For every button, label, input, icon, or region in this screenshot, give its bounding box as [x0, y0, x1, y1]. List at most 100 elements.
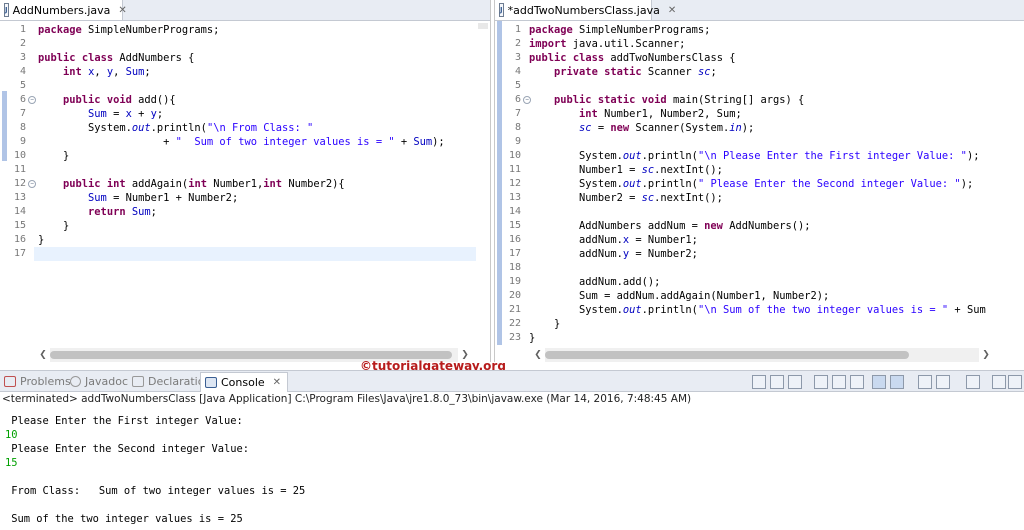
- line-number: 1: [514, 24, 521, 35]
- scrollbar-thumb[interactable]: [50, 351, 452, 359]
- line-number: 16: [508, 234, 521, 245]
- line-number: 13: [13, 192, 26, 203]
- launch-status: <terminated> addTwoNumbersClass [Java Ap…: [2, 393, 692, 405]
- code-line[interactable]: }: [529, 331, 535, 345]
- word-wrap-icon[interactable]: [850, 375, 864, 389]
- line-number: 8: [514, 122, 521, 133]
- code-line[interactable]: Sum = x + y;: [38, 107, 163, 121]
- code-line[interactable]: System.out.println(" Please Enter the Se…: [529, 177, 973, 191]
- minimize-icon[interactable]: [992, 375, 1006, 389]
- pin-console-icon[interactable]: [918, 375, 932, 389]
- line-number: 19: [508, 276, 521, 287]
- line-number: 15: [508, 220, 521, 231]
- code-line[interactable]: + " Sum of two integer values is = " + S…: [38, 135, 445, 149]
- show-on-stderr-icon[interactable]: [890, 375, 904, 389]
- code-line[interactable]: }: [38, 149, 69, 163]
- remove-launch-icon[interactable]: [770, 375, 784, 389]
- code-line[interactable]: public int addAgain(int Number1,int Numb…: [38, 177, 345, 191]
- line-number: 21: [508, 304, 521, 315]
- horizontal-scrollbar[interactable]: [545, 348, 979, 362]
- vertical-scrollbar[interactable]: [476, 21, 490, 334]
- code-line[interactable]: addNum.y = Number2;: [529, 247, 698, 261]
- code-line[interactable]: System.out.println("\n Sum of the two in…: [529, 303, 986, 317]
- code-line[interactable]: sc = new Scanner(System.in);: [529, 121, 754, 135]
- code-editor-left[interactable]: 1 package SimpleNumberPrograms; 2 3 public…: [0, 21, 490, 348]
- code-line[interactable]: public class addTwoNumbersClass {: [529, 51, 735, 65]
- java-file-icon: J: [499, 3, 504, 17]
- code-line[interactable]: addNum.x = Number1;: [529, 233, 698, 247]
- open-console-icon[interactable]: [966, 375, 980, 389]
- code-line[interactable]: }: [529, 317, 560, 331]
- scroll-left-icon[interactable]: ❮: [531, 348, 545, 362]
- code-line[interactable]: package SimpleNumberPrograms;: [38, 23, 219, 37]
- code-line[interactable]: public void add(){: [38, 93, 176, 107]
- code-line[interactable]: int x, y, Sum;: [38, 65, 151, 79]
- line-number: 11: [13, 164, 26, 175]
- line-number: 13: [508, 192, 521, 203]
- code-line[interactable]: Sum = Number1 + Number2;: [38, 191, 238, 205]
- code-line[interactable]: package SimpleNumberPrograms;: [529, 23, 710, 37]
- code-line[interactable]: public static void main(String[] args) {: [529, 93, 804, 107]
- code-line[interactable]: Sum = addNum.addAgain(Number1, Number2);: [529, 289, 829, 303]
- code-line[interactable]: private static Scanner sc;: [529, 65, 717, 79]
- tab-javadoc[interactable]: Javadoc: [70, 373, 128, 389]
- java-file-icon: J: [4, 3, 9, 17]
- editor-pane-addnumbers[interactable]: J AddNumbers.java ✕ 1 package SimpleNumbe…: [0, 0, 491, 362]
- code-line[interactable]: }: [38, 219, 69, 233]
- code-line[interactable]: Number1 = sc.nextInt();: [529, 163, 723, 177]
- code-line[interactable]: return Sum;: [38, 205, 157, 219]
- tab-console[interactable]: Console ✕: [200, 372, 289, 392]
- console-input-line: 15: [5, 457, 18, 469]
- code-line[interactable]: addNum.add();: [529, 275, 660, 289]
- code-line[interactable]: System.out.println("\n From Class: ": [38, 121, 313, 135]
- fold-toggle-icon[interactable]: −: [28, 96, 36, 104]
- line-number: 7: [19, 108, 26, 119]
- problems-icon: [4, 375, 16, 387]
- line-number: 1: [19, 24, 26, 35]
- maximize-icon[interactable]: [1008, 375, 1022, 389]
- tab-addtwonumbersclass-java[interactable]: J *addTwoNumbersClass.java ✕: [495, 0, 676, 20]
- fold-toggle-icon[interactable]: −: [28, 180, 36, 188]
- line-number: 3: [514, 52, 521, 63]
- line-number: 3: [19, 52, 26, 63]
- line-number: 12: [508, 178, 521, 189]
- line-number: 17: [508, 248, 521, 259]
- line-number: 8: [19, 122, 26, 133]
- line-number: 17: [13, 248, 26, 259]
- code-editor-right[interactable]: 1 package SimpleNumberPrograms; 2 import j…: [495, 21, 1024, 348]
- tab-problems[interactable]: Problems: [4, 373, 71, 389]
- code-line[interactable]: System.out.println("\n Please Enter the …: [529, 149, 979, 163]
- console-output-line: Please Enter the First integer Value:: [5, 415, 249, 427]
- code-line[interactable]: int Number1, Number2, Sum;: [529, 107, 742, 121]
- scroll-left-icon[interactable]: ❮: [36, 348, 50, 362]
- scroll-right-icon[interactable]: ❯: [979, 348, 993, 362]
- line-number: 7: [514, 108, 521, 119]
- tab-addnumbers-java[interactable]: J AddNumbers.java ✕: [0, 0, 127, 20]
- code-line[interactable]: Number2 = sc.nextInt();: [529, 191, 723, 205]
- line-number: 4: [514, 66, 521, 77]
- close-icon[interactable]: ✕: [273, 377, 281, 388]
- close-icon[interactable]: ✕: [118, 5, 126, 16]
- scrollbar-thumb[interactable]: [545, 351, 909, 359]
- line-number: 4: [19, 66, 26, 77]
- tab-label: Javadoc: [85, 374, 128, 388]
- scroll-lock-icon[interactable]: [832, 375, 846, 389]
- line-number: 5: [514, 80, 521, 91]
- console-view[interactable]: Problems Javadoc Declaration Console ✕ <…: [0, 370, 1024, 530]
- display-console-icon[interactable]: [936, 375, 950, 389]
- line-number: 2: [19, 38, 26, 49]
- code-line[interactable]: import java.util.Scanner;: [529, 37, 685, 51]
- close-icon[interactable]: ✕: [668, 5, 676, 16]
- line-number: 22: [508, 318, 521, 329]
- show-on-stdout-icon[interactable]: [872, 375, 886, 389]
- line-number: 9: [19, 136, 26, 147]
- clear-console-icon[interactable]: [814, 375, 828, 389]
- remove-all-terminated-icon[interactable]: [788, 375, 802, 389]
- terminate-icon[interactable]: [752, 375, 766, 389]
- console-output-line: From Class: Sum of two integer values is…: [5, 485, 306, 497]
- editor-pane-addtwonumbersclass[interactable]: J *addTwoNumbersClass.java ✕ 1 package Si…: [494, 0, 1024, 362]
- code-line[interactable]: AddNumbers addNum = new AddNumbers();: [529, 219, 811, 233]
- console-output-line: Sum of the two integer values is = 25: [5, 513, 243, 525]
- code-line[interactable]: public class AddNumbers {: [38, 51, 194, 65]
- code-line[interactable]: }: [38, 233, 44, 247]
